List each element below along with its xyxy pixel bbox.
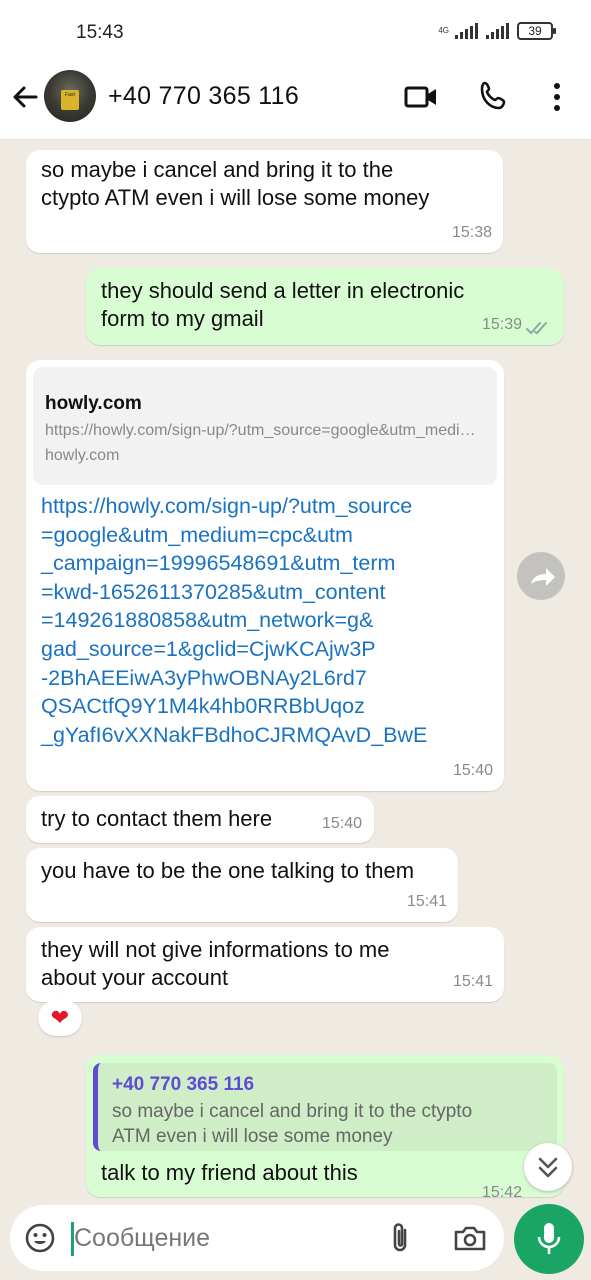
link-preview-url: https://howly.com/sign-up/?utm_source=go… <box>45 422 480 439</box>
heart-reaction-icon: ❤ <box>50 1005 70 1030</box>
more-vert-icon[interactable] <box>548 82 566 112</box>
message-time: 15:41 <box>406 893 447 910</box>
message-time: 15:42 <box>481 1184 522 1200</box>
message-bubble-incoming[interactable]: try to contact them here 15:40 <box>26 796 374 843</box>
signal-1-icon <box>455 23 478 39</box>
message-time: 15:38 <box>451 224 492 241</box>
quoted-message[interactable]: +40 770 365 116 so maybe i cancel and br… <box>93 1063 557 1151</box>
camera-icon[interactable] <box>453 1223 487 1253</box>
signal-2-icon <box>486 23 509 39</box>
chat-messages[interactable]: so maybe i cancel and bring it to the ct… <box>0 140 591 1200</box>
avatar-sign-text: Fast <box>65 92 75 98</box>
link-preview-title: howly.com <box>45 393 142 414</box>
forward-icon <box>531 568 555 586</box>
scroll-to-bottom-button[interactable] <box>524 1143 572 1191</box>
message-bubble-outgoing-reply[interactable]: +40 770 365 116 so maybe i cancel and br… <box>86 1055 564 1200</box>
message-composer <box>10 1205 504 1271</box>
double-check-icon <box>526 322 547 335</box>
chevron-double-down-icon <box>538 1157 558 1178</box>
contact-name[interactable]: +40 770 365 116 <box>108 82 299 111</box>
message-bubble-incoming[interactable]: they will not give informations to me ab… <box>26 927 504 1002</box>
message-text: they will not give informations to me ab… <box>41 937 390 990</box>
quoted-author: +40 770 365 116 <box>112 1074 255 1095</box>
phone-icon[interactable] <box>478 80 510 112</box>
message-text: you have to be the one talking to them <box>41 858 415 883</box>
status-time: 15:43 <box>76 22 124 43</box>
battery-icon: 39 <box>517 22 556 40</box>
network-type-label: 4G <box>438 27 449 35</box>
message-time: 15:40 <box>321 815 362 832</box>
chat-header: Fast +40 770 365 116 <box>0 68 591 140</box>
battery-level: 39 <box>528 24 542 38</box>
message-text: so maybe i cancel and bring it to the ct… <box>41 157 430 210</box>
forward-button[interactable] <box>517 552 565 600</box>
message-bubble-outgoing[interactable]: they should send a letter in electronic … <box>86 268 564 345</box>
avatar-sign: Fast <box>61 90 79 110</box>
attach-icon[interactable] <box>386 1221 414 1255</box>
video-call-icon[interactable] <box>404 82 438 112</box>
message-bubble-incoming[interactable]: so maybe i cancel and bring it to the ct… <box>26 150 503 253</box>
message-link[interactable]: https://howly.com/sign-up/?utm_source =g… <box>41 492 486 749</box>
status-bar: 15:43 4G 39 <box>0 0 591 68</box>
network-type-text: 4G <box>438 26 449 35</box>
message-input[interactable] <box>74 1217 374 1259</box>
message-text: try to contact them here <box>41 806 273 831</box>
reaction-badge[interactable]: ❤ <box>38 1000 82 1036</box>
link-preview-domain: howly.com <box>45 447 120 464</box>
link-preview[interactable]: howly.com https://howly.com/sign-up/?utm… <box>33 367 497 485</box>
quoted-text: so maybe i cancel and bring it to the ct… <box>112 1101 473 1147</box>
mic-icon <box>537 1223 561 1254</box>
message-bubble-incoming[interactable]: you have to be the one talking to them 1… <box>26 848 458 922</box>
message-bubble-link[interactable]: howly.com https://howly.com/sign-up/?utm… <box>26 360 504 791</box>
message-time: 15:40 <box>452 762 493 779</box>
emoji-icon[interactable] <box>24 1222 56 1254</box>
avatar[interactable]: Fast <box>44 70 96 122</box>
message-time: 15:39 <box>481 316 522 333</box>
back-arrow-icon[interactable] <box>10 82 40 112</box>
voice-message-button[interactable] <box>514 1204 584 1274</box>
message-time: 15:41 <box>452 973 493 990</box>
status-icons: 4G 39 <box>438 22 556 40</box>
